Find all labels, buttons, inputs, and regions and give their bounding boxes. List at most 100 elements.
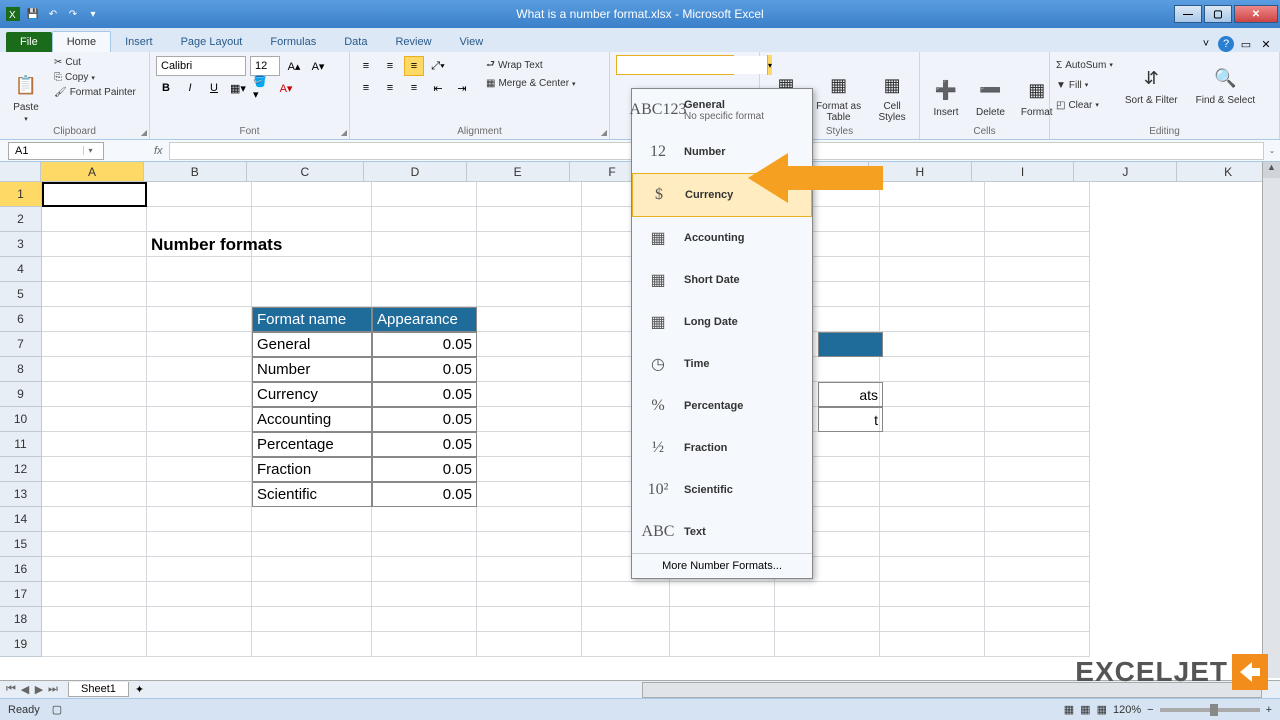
numfmt-item-scientific[interactable]: 10²Scientific [632,469,812,511]
grid-cell[interactable] [372,532,477,557]
clipboard-launcher-icon[interactable]: ◢ [141,128,147,137]
col-header[interactable]: A [41,162,144,182]
grid-cell[interactable] [775,582,880,607]
grid-cell[interactable] [670,632,775,657]
grid-cell[interactable] [147,332,252,357]
table-cell[interactable]: Fraction [252,457,372,482]
redo-icon[interactable]: ↷ [64,5,82,23]
grid-cell[interactable] [42,307,147,332]
grid-cell[interactable] [985,507,1090,532]
grid-cell[interactable] [985,382,1090,407]
align-center-icon[interactable]: ≡ [380,78,400,98]
table-cell[interactable]: 0.05 [372,382,477,407]
grid-cell[interactable] [985,332,1090,357]
active-cell[interactable] [42,182,147,207]
grid-cell[interactable] [372,282,477,307]
grid-cell[interactable] [477,282,582,307]
row-header[interactable]: 8 [0,357,42,382]
wrap-text-button[interactable]: ⮐Wrap Text [482,55,580,76]
clear-button[interactable]: ◰Clear▾ [1056,95,1113,115]
row-header[interactable]: 6 [0,307,42,332]
col-header[interactable]: D [364,162,467,182]
grid-cell[interactable] [42,357,147,382]
tab-file[interactable]: File [6,32,52,52]
border-button[interactable]: ▦▾ [228,78,248,98]
grid-cell[interactable] [477,482,582,507]
grid-cell[interactable] [252,532,372,557]
align-top-icon[interactable]: ≡ [356,56,376,76]
grid-cell[interactable] [985,232,1090,257]
view-normal-icon[interactable]: ▦ [1064,703,1074,716]
align-middle-icon[interactable]: ≡ [380,56,400,76]
row-header[interactable]: 10 [0,407,42,432]
row-header[interactable]: 18 [0,607,42,632]
tab-view[interactable]: View [446,32,498,52]
grid-cell[interactable] [477,457,582,482]
grid-cell[interactable] [880,357,985,382]
grid-cell[interactable] [775,632,880,657]
grid-cell[interactable] [147,182,252,207]
grid-cell[interactable] [985,557,1090,582]
grid-cell[interactable] [985,582,1090,607]
table-cell[interactable]: Currency [252,382,372,407]
numfmt-item-time[interactable]: ◷Time [632,343,812,385]
row-header[interactable]: 9 [0,382,42,407]
orientation-icon[interactable]: ⤢▾ [428,56,448,76]
grow-font-icon[interactable]: A▴ [284,56,304,76]
grid-cell[interactable] [985,282,1090,307]
grid-cell[interactable] [147,532,252,557]
zoom-in-icon[interactable]: + [1266,704,1272,716]
table-cell[interactable]: Percentage [252,432,372,457]
merge-center-button[interactable]: ▦Merge & Center▾ [482,76,580,91]
close-doc-icon[interactable]: ✕ [1258,36,1274,52]
save-icon[interactable]: 💾 [24,5,42,23]
grid-cell[interactable] [252,207,372,232]
row-header[interactable]: 14 [0,507,42,532]
row-header[interactable]: 15 [0,532,42,557]
grid-cell[interactable] [252,282,372,307]
grid-cell[interactable] [42,532,147,557]
font-size-input[interactable] [250,56,280,76]
fx-icon[interactable]: fx [154,145,163,157]
grid-cell[interactable] [372,557,477,582]
table-cell[interactable]: 0.05 [372,482,477,507]
prev-sheet-icon[interactable]: ◀ [18,683,32,696]
fill-color-button[interactable]: 🪣▾ [252,78,272,98]
numfmt-item-general[interactable]: ABC123GeneralNo specific format [632,89,812,131]
shrink-font-icon[interactable]: A▾ [308,56,328,76]
grid-cell[interactable] [985,257,1090,282]
row-header[interactable]: 16 [0,557,42,582]
grid-cell[interactable] [880,632,985,657]
row-header[interactable]: 12 [0,457,42,482]
number-format-selector[interactable]: ▾ [616,55,734,75]
first-sheet-icon[interactable]: ⏮ [4,683,18,696]
grid-cell[interactable] [42,207,147,232]
table-cell[interactable]: Number [252,357,372,382]
grid-cell[interactable] [372,607,477,632]
align-left-icon[interactable]: ≡ [356,78,376,98]
grid-cell[interactable] [42,407,147,432]
grid-cell[interactable] [252,607,372,632]
grid-cell[interactable] [252,632,372,657]
row-header[interactable]: 4 [0,257,42,282]
grid-cell[interactable] [372,182,477,207]
grid-cell[interactable] [985,457,1090,482]
tab-formulas[interactable]: Formulas [256,32,330,52]
col-header[interactable]: I [972,162,1075,182]
col-header[interactable]: E [467,162,570,182]
grid-cell[interactable] [42,557,147,582]
grid-cell[interactable] [477,257,582,282]
grid-cell[interactable] [147,457,252,482]
col-header[interactable]: B [144,162,247,182]
align-bottom-icon[interactable]: ≡ [404,56,424,76]
grid-cell[interactable] [775,607,880,632]
row-header[interactable]: 5 [0,282,42,307]
row-header[interactable]: 17 [0,582,42,607]
grid-cell[interactable] [670,582,775,607]
table-cell[interactable]: 0.05 [372,457,477,482]
grid-cell[interactable] [880,182,985,207]
row-header[interactable]: 13 [0,482,42,507]
increase-indent-icon[interactable]: ⇥ [452,78,472,98]
table-cell[interactable]: Appearance [372,307,477,332]
grid-cell[interactable] [477,507,582,532]
